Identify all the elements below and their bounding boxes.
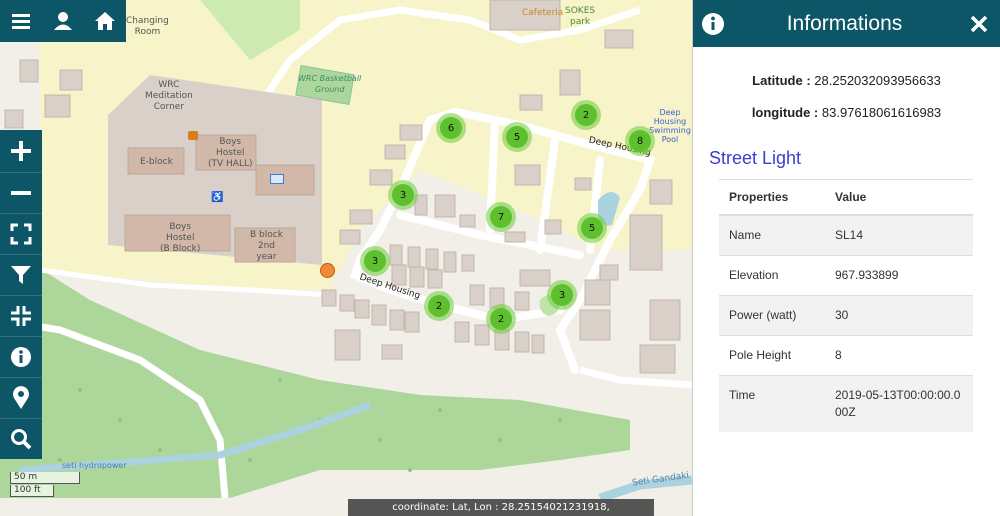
value-cell: SL14: [825, 214, 973, 256]
zoom-out-button[interactable]: [0, 173, 42, 214]
table-row: Elevation 967.933899: [719, 255, 973, 296]
longitude-value: 83.97618061616983: [821, 105, 942, 120]
search-icon: [11, 429, 32, 450]
cluster-marker[interactable]: 5: [502, 122, 532, 152]
table-row: Power (watt) 30: [719, 295, 973, 336]
scale-bar: 50 m 100 ft: [10, 472, 80, 498]
section-title: Street Light: [709, 148, 802, 168]
locate-button[interactable]: [0, 378, 42, 419]
close-icon: [970, 15, 988, 32]
table-header-row: Properties Value: [719, 179, 973, 216]
label-e-block: E-block: [140, 157, 173, 167]
cluster-marker[interactable]: 3: [360, 246, 390, 276]
info-panel: Informations Latitude : 28.2520320939566…: [692, 0, 1000, 516]
cluster-marker[interactable]: 3: [547, 280, 577, 310]
expand-icon: [10, 223, 32, 245]
zoom-in-button[interactable]: [0, 130, 42, 173]
header-properties: Properties: [719, 179, 825, 216]
coordinate-readout: coordinate: Lat, Lon : 28.25154021231918…: [348, 499, 654, 516]
info-icon: [702, 12, 724, 35]
value-cell: 2019-05-13T00:00:00.000Z: [825, 375, 973, 432]
latitude-value: 28.252032093956633: [814, 73, 941, 88]
property-cell: Name: [719, 214, 825, 256]
cluster-marker[interactable]: 2: [571, 100, 601, 130]
table-row: Pole Height 8: [719, 335, 973, 376]
panel-header: Informations: [693, 0, 1000, 47]
coordinates: Latitude : 28.252032093956633 longitude …: [693, 73, 1000, 120]
menu-button[interactable]: [0, 0, 42, 42]
top-toolbar: [0, 0, 126, 42]
label-b-block: B block 2nd year: [250, 230, 283, 262]
cluster-marker[interactable]: 8: [625, 126, 655, 156]
label-hydropower: seti hydropower: [62, 461, 127, 470]
fullscreen-button[interactable]: [0, 214, 42, 255]
plus-icon: [11, 141, 31, 161]
filter-button[interactable]: [0, 255, 42, 296]
property-cell: Pole Height: [719, 335, 825, 376]
table-row: Name SL14: [719, 214, 973, 256]
info-button[interactable]: [0, 337, 42, 378]
location-pin-icon: [12, 386, 30, 409]
label-boys-hostel-b: Boys Hostel (B Block): [160, 222, 201, 254]
map-controls: [0, 130, 42, 459]
cafe-icon: [188, 131, 198, 140]
table-row: Time 2019-05-13T00:00:00.000Z: [719, 375, 973, 432]
exit-fullscreen-button[interactable]: [0, 296, 42, 337]
label-wrc-basketball: WRC Basketball Ground: [298, 74, 362, 94]
value-cell: 30: [825, 295, 973, 336]
value-cell: 967.933899: [825, 255, 973, 296]
filter-icon: [11, 266, 31, 284]
user-icon: [54, 12, 72, 30]
label-wrc-meditation: WRC Meditation Corner: [145, 80, 193, 112]
scale-metric: 50 m: [10, 472, 80, 484]
user-button[interactable]: [42, 0, 84, 42]
label-sokes-park: SOKES park: [565, 6, 596, 27]
label-boys-hostel-tv: Boys Hostel (TV HALL): [208, 137, 253, 169]
cluster-marker[interactable]: 2: [424, 291, 454, 321]
cluster-marker[interactable]: 3: [388, 180, 418, 210]
collapse-icon: [11, 306, 31, 326]
bed-icon: [270, 174, 284, 184]
scale-imperial: 100 ft: [10, 485, 54, 497]
map-view[interactable]: Changing Room Cafeteria SOKES park WRC M…: [0, 0, 692, 516]
cluster-marker[interactable]: 7: [486, 202, 516, 232]
property-cell: Elevation: [719, 255, 825, 296]
home-button[interactable]: [84, 0, 126, 42]
selected-streetlight-marker[interactable]: [320, 263, 335, 278]
menu-icon: [12, 14, 30, 29]
cluster-marker[interactable]: 2: [486, 304, 516, 334]
properties-table: Properties Value Name SL14 Elevation 967…: [719, 179, 973, 432]
close-button[interactable]: [964, 9, 994, 39]
property-cell: Time: [719, 375, 825, 432]
cluster-marker[interactable]: 6: [436, 113, 466, 143]
label-cafeteria: Cafeteria: [522, 8, 564, 18]
longitude-label: longitude :: [751, 105, 819, 120]
minus-icon: [11, 191, 31, 195]
latitude-label: Latitude :: [752, 73, 811, 88]
panel-title: Informations: [786, 11, 903, 35]
label-changing-room: Changing Room: [126, 16, 169, 37]
search-button[interactable]: [0, 419, 42, 459]
value-cell: 8: [825, 335, 973, 376]
toilet-icon: ♿: [211, 192, 224, 203]
cluster-marker[interactable]: 5: [577, 213, 607, 243]
header-value: Value: [825, 179, 973, 216]
home-icon: [95, 12, 115, 30]
property-cell: Power (watt): [719, 295, 825, 336]
info-icon: [11, 347, 31, 367]
